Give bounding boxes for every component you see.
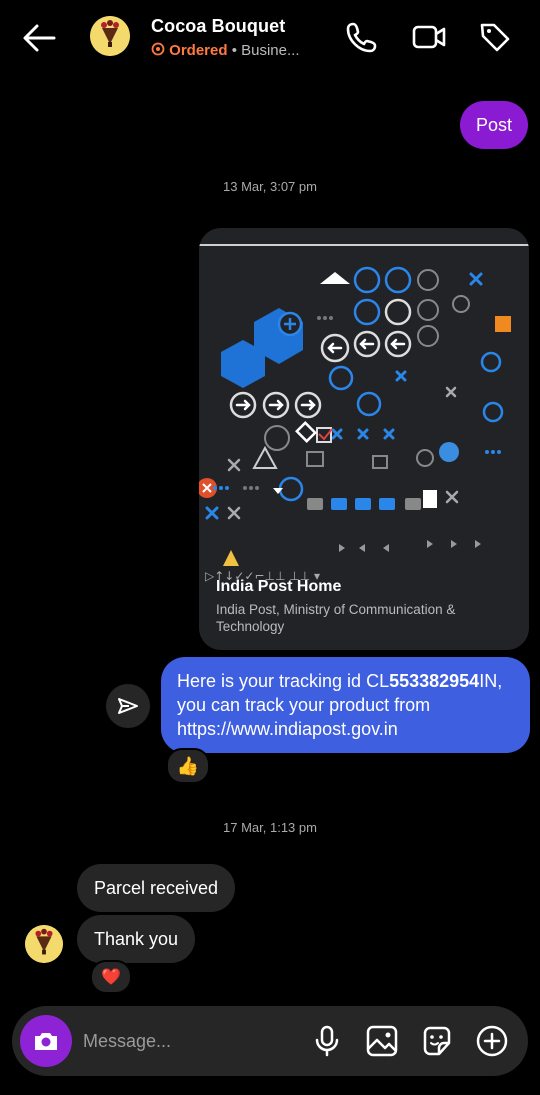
timestamp: 17 Mar, 1:13 pm bbox=[223, 820, 317, 835]
back-arrow-icon[interactable] bbox=[20, 20, 60, 56]
video-call-icon[interactable] bbox=[411, 20, 446, 54]
tracking-prefix: Here is your tracking id CL bbox=[177, 671, 390, 691]
sent-message-post[interactable]: Post bbox=[459, 101, 528, 149]
heart-reaction[interactable]: ❤️ bbox=[90, 960, 132, 994]
order-icon bbox=[151, 42, 165, 56]
message-input[interactable]: Message... bbox=[83, 1031, 171, 1052]
add-icon[interactable] bbox=[474, 1023, 510, 1059]
sender-avatar[interactable] bbox=[25, 925, 63, 963]
tracking-number: 553382954 bbox=[389, 671, 480, 691]
contact-subtitle: Ordered • Busine... bbox=[151, 42, 300, 59]
microphone-icon[interactable] bbox=[309, 1023, 345, 1059]
link-description: India Post, Ministry of Communication & … bbox=[216, 602, 456, 634]
contact-name: Cocoa Bouquet bbox=[151, 16, 286, 36]
contact-avatar[interactable] bbox=[90, 16, 130, 56]
thumbs-up-icon: 👍 bbox=[176, 755, 200, 776]
timestamp: 13 Mar, 3:07 pm bbox=[223, 179, 317, 194]
link-title: India Post Home bbox=[216, 578, 342, 595]
camera-button[interactable] bbox=[20, 1015, 72, 1067]
camera-icon bbox=[35, 1033, 57, 1050]
forward-button[interactable] bbox=[106, 684, 150, 728]
sticker-icon[interactable] bbox=[419, 1023, 455, 1059]
order-status: Ordered bbox=[169, 42, 228, 59]
heart-icon: ❤️ bbox=[101, 969, 121, 986]
gallery-icon[interactable] bbox=[364, 1023, 400, 1059]
business-category: • Busine... bbox=[231, 42, 300, 59]
received-message[interactable]: Parcel received bbox=[77, 864, 236, 912]
sent-message-tracking[interactable]: Here is your tracking id CL553382954IN, … bbox=[161, 657, 530, 753]
tag-icon[interactable] bbox=[478, 20, 512, 54]
phone-icon[interactable] bbox=[345, 20, 379, 54]
send-icon bbox=[118, 698, 138, 714]
link-preview-image: ▷↑↓✓✓⌐⊥⊥ ⊥⊥ ▾ bbox=[199, 266, 511, 582]
card-divider bbox=[199, 244, 529, 246]
received-message[interactable]: Thank you bbox=[77, 915, 196, 963]
thumbs-up-reaction[interactable]: 👍 bbox=[166, 748, 210, 784]
